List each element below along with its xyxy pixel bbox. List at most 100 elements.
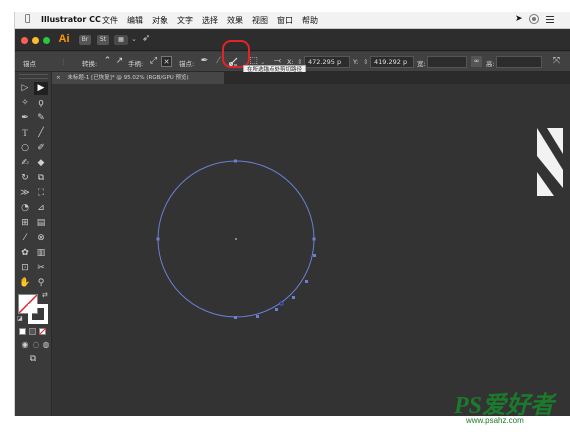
gpu-performance-icon[interactable]: ➶ [142, 33, 150, 44]
menu-type[interactable]: 文字 [177, 15, 193, 26]
direct-selection-tool-icon[interactable]: ▶ [34, 82, 48, 95]
highlight-annotation [222, 40, 250, 68]
height-field[interactable] [496, 56, 542, 68]
wifi-icon[interactable] [528, 14, 540, 26]
document-tab-title: 未标题-1 [已恢复]* @ 95.02% (RGB/GPU 预览) [67, 75, 189, 81]
default-colors-icon[interactable]: ◪ [17, 315, 23, 322]
app-bar: Ai Br St ▦ ⌄ ➶ [15, 29, 570, 51]
height-label: 高: [486, 60, 495, 68]
menu-help[interactable]: 帮助 [302, 15, 318, 26]
y-label: Y: [353, 58, 359, 66]
gradient-tool-icon[interactable]: ▤ [34, 217, 48, 230]
selection-tool-icon[interactable]: ▷ [18, 82, 32, 95]
show-handles-icon[interactable]: ⤢ [148, 56, 159, 67]
rotate-tool-icon[interactable]: ↻ [18, 172, 32, 185]
line-tool-icon[interactable]: ╱ [34, 127, 48, 140]
x-coordinate-field[interactable]: 472.295 p [304, 56, 350, 68]
anchor-label: 锚点: [179, 60, 195, 68]
slice-tool-icon[interactable]: ✂ [34, 262, 48, 275]
anchor-point [234, 316, 237, 319]
menu-app-name[interactable]: Illustrator CC [41, 15, 101, 24]
width-field[interactable] [427, 56, 467, 68]
canvas[interactable] [52, 84, 570, 416]
bridge-button[interactable]: Br [79, 35, 91, 45]
zoom-tool-icon[interactable]: ⚲ [34, 277, 48, 290]
eyedropper-tool-icon[interactable]: ⁄ [18, 232, 32, 245]
remove-anchor-icon[interactable]: ✒ [199, 56, 210, 67]
menu-edit[interactable]: 编辑 [127, 15, 143, 26]
symbol-sprayer-tool-icon[interactable]: ✿ [18, 247, 32, 260]
swap-colors-icon[interactable]: ⇄ [42, 291, 48, 299]
chevron-down-icon[interactable]: ⌄ [131, 35, 137, 43]
type-tool-icon[interactable]: T [18, 127, 32, 140]
anchor-point [275, 308, 278, 311]
shape-builder-tool-icon[interactable]: ◔ [18, 202, 32, 215]
gradient-mode-icon[interactable] [29, 328, 36, 335]
convert-label: 转换: [82, 60, 98, 68]
convert-to-corner-icon[interactable]: ⌃ [102, 56, 113, 67]
pen-tool-icon[interactable]: ✒ [18, 112, 32, 125]
menu-list-icon[interactable] [545, 14, 555, 26]
stripe-graphic [537, 128, 563, 196]
width-label: 宽: [417, 60, 426, 68]
menu-effect[interactable]: 效果 [227, 15, 243, 26]
menu-window[interactable]: 窗口 [277, 15, 293, 26]
change-screen-mode-icon[interactable]: ⧉ [26, 353, 40, 366]
free-transform-tool-icon[interactable]: ⛶ [34, 187, 48, 200]
stock-button[interactable]: St [97, 35, 109, 45]
anchor-point [156, 237, 160, 241]
convert-to-smooth-icon[interactable]: ↗ [114, 56, 125, 67]
center-point-marker [235, 238, 237, 240]
menu-select[interactable]: 选择 [202, 15, 218, 26]
toolbox: ▷ ▶ ✧ ϙ ✒ ✎ T ╱ ○ ✐ ✍ ◆ ↻ ⧉ ≫ ⛶ ◔ ⊿ ⊞ ▤ … [15, 72, 52, 416]
toolbox-grip [19, 74, 48, 79]
constrain-proportions-icon[interactable]: ∞ [471, 56, 482, 67]
shaper-tool-icon[interactable]: ✍ [18, 157, 32, 170]
watermark: PS爱好者 www.psahz.com [454, 385, 570, 431]
artboard-tool-icon[interactable]: ⊡ [18, 262, 32, 275]
anchor-point-label: 锚点 [23, 60, 36, 68]
eraser-tool-icon[interactable]: ◆ [34, 157, 48, 170]
anchor-point [313, 254, 316, 257]
workspace-layout-icon[interactable]: ▦ [114, 35, 128, 45]
location-icon[interactable]: ➤ [515, 14, 523, 24]
stroke-swatch[interactable] [28, 304, 48, 324]
apple-icon[interactable]:  [25, 14, 30, 24]
mesh-tool-icon[interactable]: ⊞ [18, 217, 32, 230]
anchor-point [234, 159, 237, 163]
menu-object[interactable]: 对象 [152, 15, 168, 26]
grip-icon: ⋮ [60, 58, 67, 66]
menu-file[interactable]: 文件 [102, 15, 118, 26]
minimize-window-button[interactable] [32, 37, 39, 44]
selected-anchor-point [279, 301, 284, 306]
selected-anchor-group [279, 301, 284, 306]
hide-handles-icon[interactable]: ✕ [161, 56, 172, 67]
ai-logo: Ai [58, 33, 70, 45]
draw-inside-icon[interactable]: ◍ [39, 338, 53, 351]
close-tab-icon[interactable]: × [56, 75, 61, 81]
close-window-button[interactable] [21, 37, 28, 44]
zoom-window-button[interactable] [43, 37, 50, 44]
color-mode-icon[interactable] [19, 328, 26, 335]
paintbrush-tool-icon[interactable]: ✐ [34, 142, 48, 155]
magic-wand-tool-icon[interactable]: ✧ [18, 97, 32, 110]
column-graph-tool-icon[interactable]: ▥ [34, 247, 48, 260]
y-stepper-icon[interactable]: ⇕ [363, 58, 368, 66]
hand-tool-icon[interactable]: ✋ [18, 277, 32, 290]
blend-tool-icon[interactable]: ⊗ [34, 232, 48, 245]
mac-menubar:  Illustrator CC 文件 编辑 对象 文字 选择 效果 视图 窗口… [15, 12, 570, 29]
lasso-tool-icon[interactable]: ϙ [34, 97, 48, 110]
width-tool-icon[interactable]: ≫ [18, 187, 32, 200]
ellipse-tool-icon[interactable]: ○ [18, 142, 32, 155]
watermark-logo: PS爱好者 [454, 393, 555, 419]
anchor-point [305, 280, 308, 283]
curvature-tool-icon[interactable]: ✎ [34, 112, 48, 125]
y-coordinate-field[interactable]: 419.292 p [370, 56, 414, 68]
menu-view[interactable]: 视图 [252, 15, 268, 26]
scale-tool-icon[interactable]: ⧉ [34, 172, 48, 185]
document-tab[interactable]: × 未标题-1 [已恢复]* @ 95.02% (RGB/GPU 预览) [52, 72, 224, 84]
transform-options-icon[interactable]: ⤧ [551, 56, 562, 67]
none-mode-icon[interactable] [39, 328, 46, 335]
anchor-point [292, 296, 295, 299]
perspective-grid-tool-icon[interactable]: ⊿ [34, 202, 48, 215]
